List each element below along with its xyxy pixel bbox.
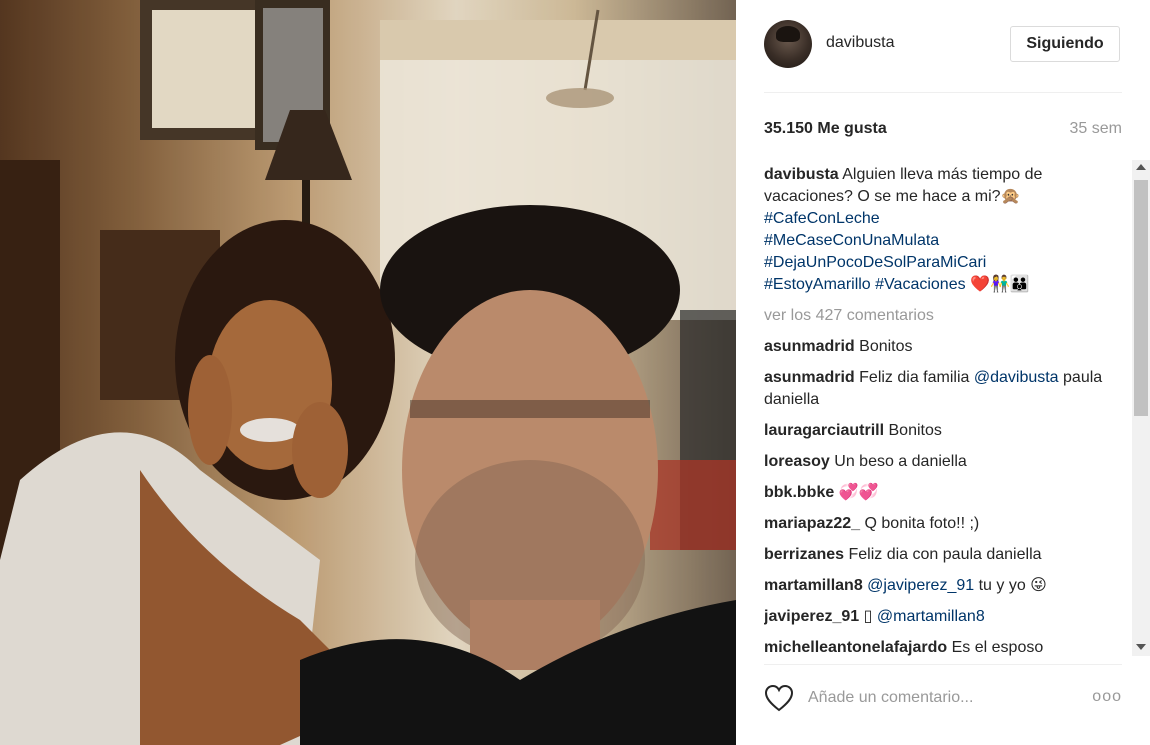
comments-list[interactable]: davibusta Alguien lleva más tiempo de va…: [764, 164, 1134, 660]
comment-user[interactable]: bbk.bbke: [764, 484, 834, 501]
comment-row: michelleantonelafajardo Es el esposo: [764, 637, 1134, 659]
hashtag-link[interactable]: #Vacaciones: [875, 276, 965, 293]
scroll-down-icon[interactable]: [1136, 644, 1146, 650]
caption: davibusta Alguien lleva más tiempo de va…: [764, 164, 1134, 296]
caption-user[interactable]: davibusta: [764, 166, 839, 183]
scroll-thumb[interactable]: [1134, 180, 1148, 416]
composer-divider: [764, 664, 1122, 665]
comment-row: loreasoy Un beso a daniella: [764, 451, 1134, 473]
comment-user[interactable]: berrizanes: [764, 546, 844, 563]
hashtag-link[interactable]: #DejaUnPocoDeSolParaMiCari: [764, 254, 986, 271]
comment-text: Q bonita foto!! ;): [864, 515, 980, 532]
post-photo[interactable]: [0, 0, 736, 745]
comment-row: berrizanes Feliz dia con paula daniella: [764, 544, 1134, 566]
comment-text: Es el esposo: [951, 639, 1044, 656]
comment-user[interactable]: mariapaz22_: [764, 515, 860, 532]
comment-text: Un beso a daniella: [834, 453, 967, 470]
comment-text: 💞💞: [838, 484, 879, 501]
caption-emojis: ❤️👫👪: [970, 276, 1030, 293]
post-username[interactable]: davibusta: [826, 34, 895, 52]
comment-text: Bonitos: [859, 338, 913, 355]
heart-icon[interactable]: [764, 684, 794, 712]
comment-text: Feliz dia con paula daniella: [848, 546, 1042, 563]
comment-row: martamillan8 @javiperez_91 tu y yo 😜: [764, 575, 1134, 597]
comment-text-after: tu y yo 😜: [974, 577, 1047, 594]
header-divider: [764, 92, 1122, 93]
likes-count[interactable]: 35.150 Me gusta: [764, 120, 887, 138]
hashtag-link[interactable]: #EstoyAmarillo: [764, 276, 871, 293]
photo-illustration: [0, 0, 736, 745]
comment-row: mariapaz22_ Q bonita foto!! ;): [764, 513, 1134, 535]
post-header: davibusta Siguiendo: [736, 0, 1150, 92]
comment-row: lauragarciautrill Bonitos: [764, 420, 1134, 442]
comment-row: asunmadrid Bonitos: [764, 336, 1134, 358]
comment-input[interactable]: [808, 686, 1068, 710]
hashtag-link[interactable]: #MeCaseConUnaMulata: [764, 232, 939, 249]
hashtag-link[interactable]: #CafeConLeche: [764, 210, 880, 227]
post-side-panel: davibusta Siguiendo 35.150 Me gusta 35 s…: [736, 0, 1150, 745]
comment-mention[interactable]: @martamillan8: [877, 608, 985, 625]
avatar[interactable]: [764, 20, 812, 68]
scroll-up-icon[interactable]: [1136, 164, 1146, 170]
comment-text: Feliz dia familia: [859, 369, 974, 386]
view-more-comments-link[interactable]: ver los 427 comentarios: [764, 305, 1134, 327]
comment-text: Bonitos: [888, 422, 942, 439]
comment-mention[interactable]: @javiperez_91: [867, 577, 974, 594]
comment-user[interactable]: javiperez_91: [764, 608, 859, 625]
comment-row: bbk.bbke 💞💞: [764, 482, 1134, 504]
more-options-icon[interactable]: ooo: [1092, 688, 1122, 706]
comment-user[interactable]: michelleantonelafajardo: [764, 639, 947, 656]
comment-user[interactable]: asunmadrid: [764, 369, 855, 386]
comment-mention[interactable]: @davibusta: [974, 369, 1059, 386]
post-age[interactable]: 35 sem: [1070, 120, 1122, 138]
comment-row: asunmadrid Feliz dia familia @davibusta …: [764, 367, 1134, 411]
comment-row: javiperez_91 ▯ @martamillan8: [764, 606, 1134, 628]
comment-user[interactable]: loreasoy: [764, 453, 830, 470]
comment-user[interactable]: lauragarciautrill: [764, 422, 884, 439]
comments-scrollbar[interactable]: [1132, 160, 1150, 656]
comment-user[interactable]: asunmadrid: [764, 338, 855, 355]
comment-text: ▯: [863, 608, 877, 625]
following-button[interactable]: Siguiendo: [1010, 26, 1120, 62]
comment-user[interactable]: martamillan8: [764, 577, 863, 594]
